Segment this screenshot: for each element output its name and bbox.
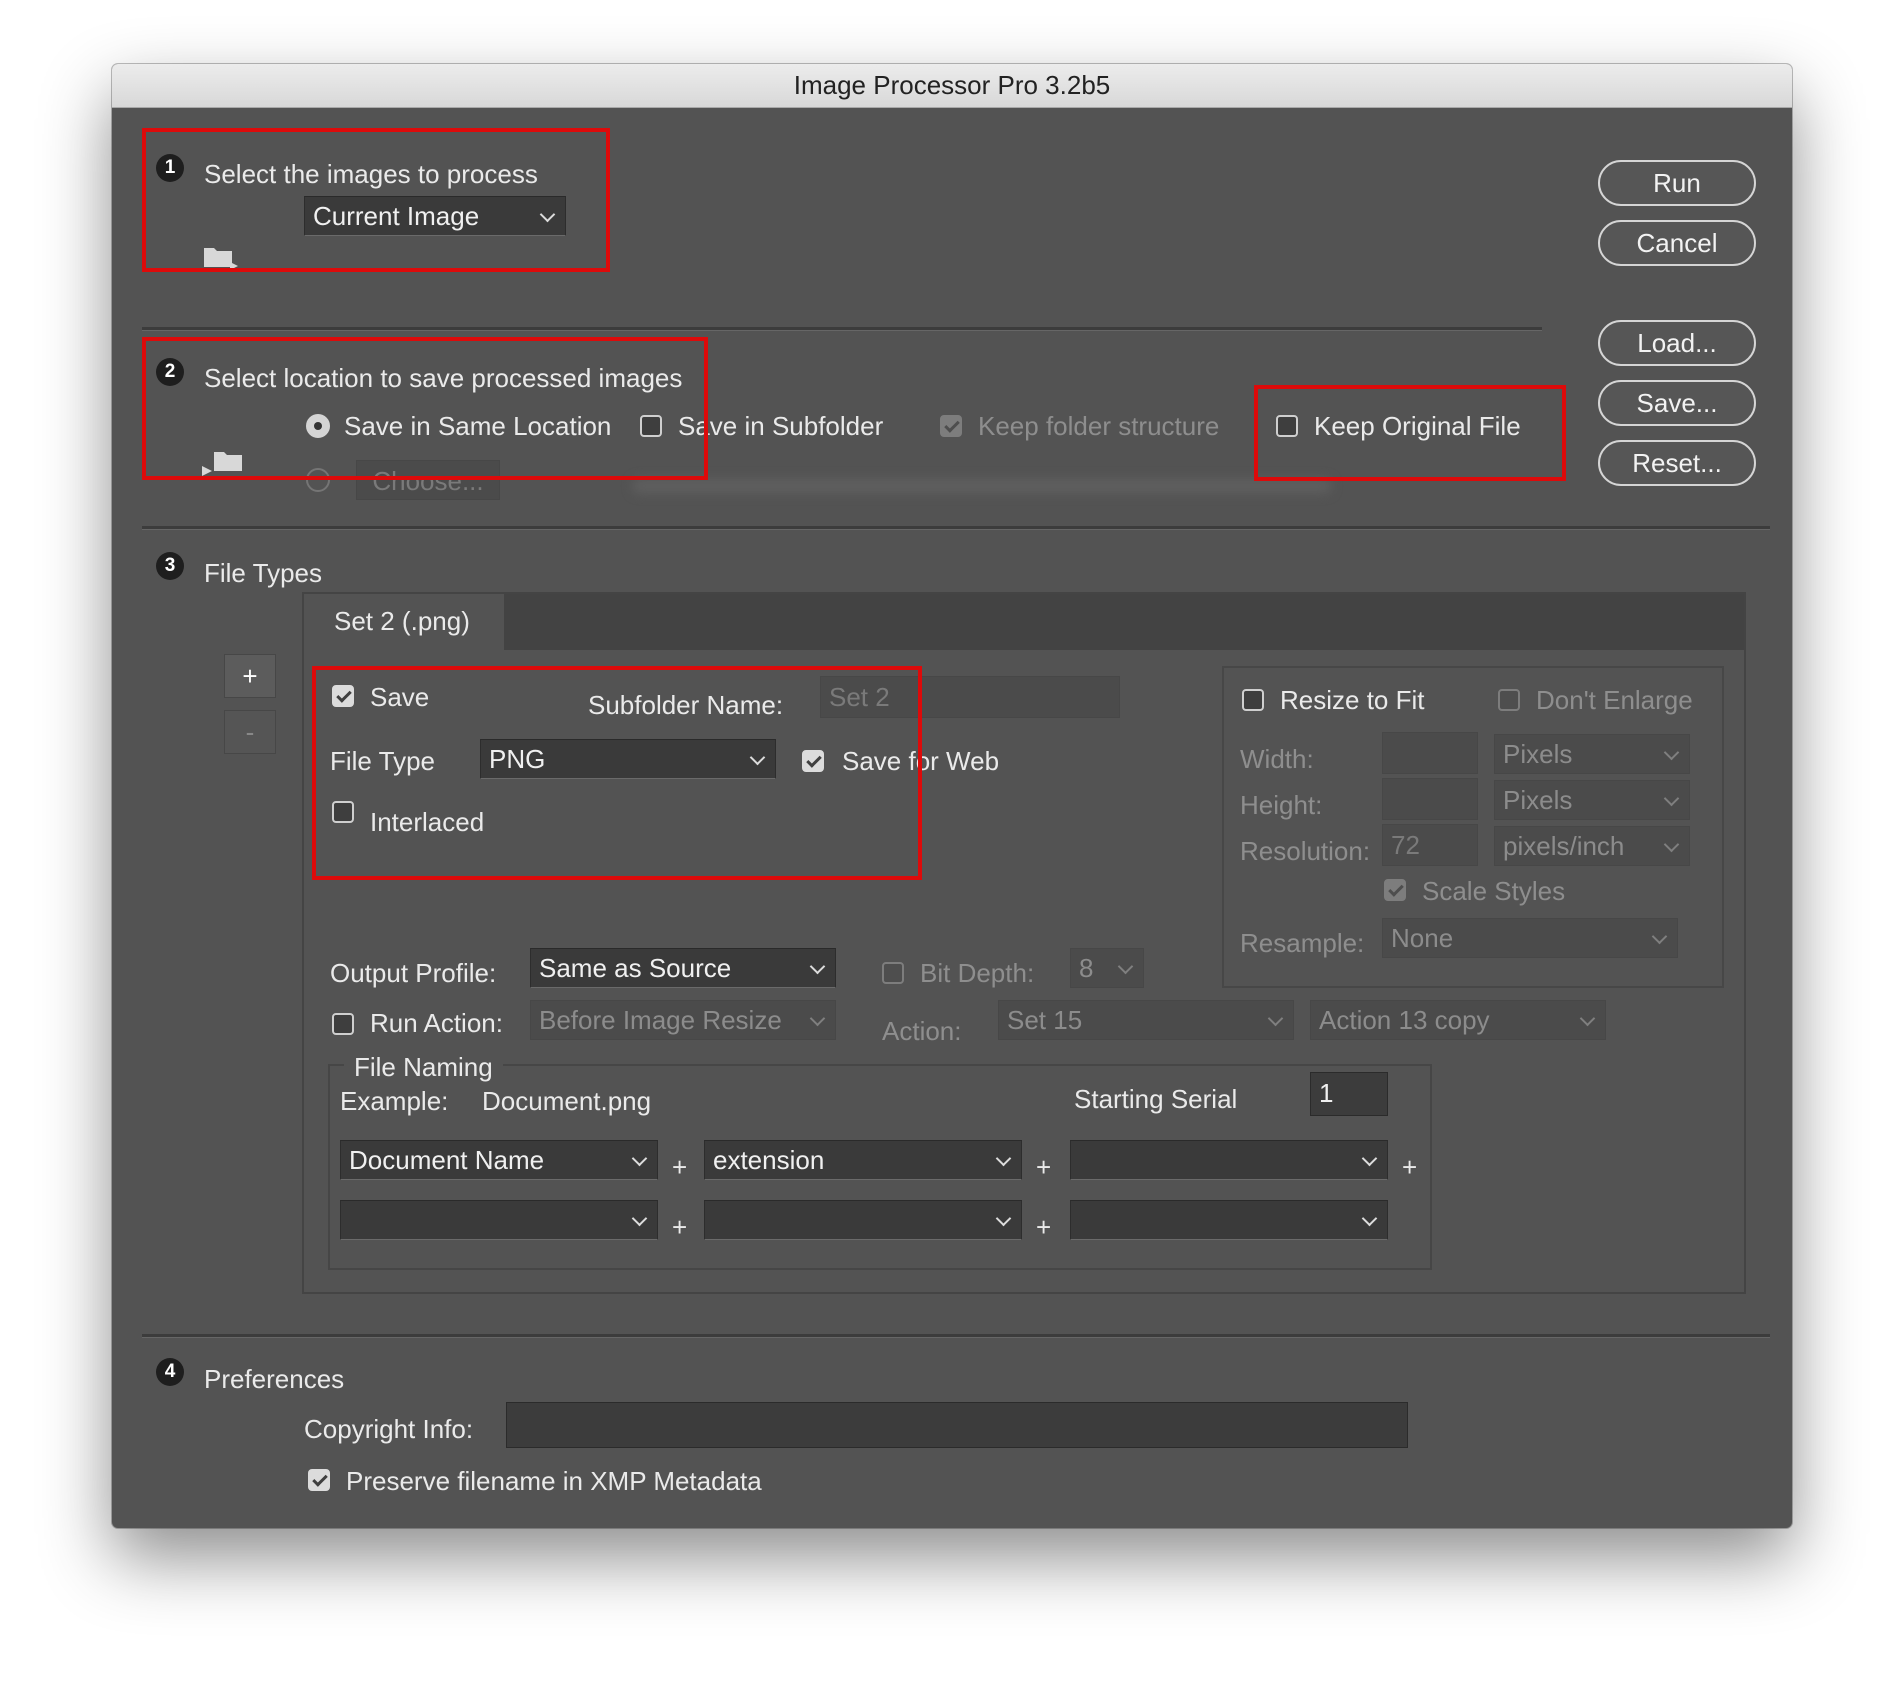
cancel-button[interactable]: Cancel [1598, 220, 1756, 266]
dont-enlarge-checkbox[interactable] [1498, 689, 1520, 711]
width-unit-select[interactable]: Pixels [1494, 734, 1690, 774]
chevron-down-icon [1267, 1010, 1284, 1027]
plus-separator: + [672, 1152, 688, 1182]
example-label: Example: [340, 1086, 449, 1116]
chevron-down-icon [809, 1010, 826, 1027]
section3-heading: File Types [204, 558, 323, 588]
resolution-unit-value: pixels/inch [1503, 831, 1625, 861]
preserve-filename-label: Preserve filename in XMP Metadata [346, 1466, 762, 1496]
bit-depth-checkbox[interactable] [882, 962, 904, 984]
naming-select-5[interactable] [704, 1200, 1022, 1240]
height-label: Height: [1240, 790, 1323, 820]
dont-enlarge-label: Don't Enlarge [1536, 685, 1693, 715]
width-label: Width: [1240, 744, 1314, 774]
plus-separator: + [1036, 1212, 1052, 1242]
save-settings-button[interactable]: Save... [1598, 380, 1756, 426]
scale-styles-label: Scale Styles [1422, 876, 1566, 906]
chevron-down-icon [1663, 790, 1680, 807]
height-input[interactable] [1382, 778, 1478, 820]
chevron-down-icon [1579, 1010, 1596, 1027]
chevron-down-icon [631, 1150, 648, 1167]
highlight-box-file-type [312, 666, 922, 880]
resample-select[interactable]: None [1382, 918, 1678, 958]
width-input[interactable] [1382, 732, 1478, 774]
window-title: Image Processor Pro 3.2b5 [112, 64, 1792, 108]
naming-select-3[interactable] [1070, 1140, 1388, 1180]
chevron-down-icon [809, 958, 826, 975]
run-action-label: Run Action: [370, 1008, 503, 1038]
file-naming-legend: File Naming [344, 1052, 503, 1083]
resize-to-fit-checkbox[interactable] [1242, 689, 1264, 711]
output-profile-value: Same as Source [539, 953, 732, 983]
starting-serial-label: Starting Serial [1074, 1084, 1238, 1114]
action-name-value: Action 13 copy [1319, 1005, 1490, 1035]
action-name-select[interactable]: Action 13 copy [1310, 1000, 1606, 1040]
dialog-window: Image Processor Pro 3.2b5 Run Cancel Loa… [112, 64, 1792, 1528]
resolution-input[interactable]: 72 [1382, 824, 1478, 866]
output-profile-select[interactable]: Same as Source [530, 948, 836, 988]
resolution-label: Resolution: [1240, 836, 1371, 866]
chevron-down-icon [995, 1150, 1012, 1167]
example-value: Document.png [482, 1086, 652, 1116]
remove-set-button[interactable]: - [224, 710, 276, 754]
bit-depth-label: Bit Depth: [920, 958, 1035, 988]
copyright-input[interactable] [506, 1402, 1408, 1448]
output-profile-label: Output Profile: [330, 958, 497, 988]
highlight-box-keep-original [1254, 385, 1566, 481]
starting-serial-input[interactable]: 1 [1310, 1072, 1388, 1116]
keep-folder-structure-checkbox[interactable] [940, 415, 962, 437]
naming-select-2[interactable]: extension [704, 1140, 1022, 1180]
chevron-down-icon [1361, 1210, 1378, 1227]
naming-select-6[interactable] [1070, 1200, 1388, 1240]
run-button[interactable]: Run [1598, 160, 1756, 206]
run-action-when-select[interactable]: Before Image Resize [530, 1000, 836, 1040]
chevron-down-icon [1117, 958, 1134, 975]
naming-select-2-value: extension [713, 1145, 825, 1175]
action-set-value: Set 15 [1007, 1005, 1083, 1035]
action-set-select[interactable]: Set 15 [998, 1000, 1294, 1040]
resize-to-fit-label: Resize to Fit [1280, 685, 1425, 715]
save-in-subfolder-label: Save in Subfolder [678, 411, 884, 441]
width-unit-value: Pixels [1503, 739, 1573, 769]
plus-separator: + [1036, 1152, 1052, 1182]
copyright-label: Copyright Info: [304, 1414, 474, 1444]
chevron-down-icon [1663, 836, 1680, 853]
chevron-down-icon [1663, 744, 1680, 761]
load-button[interactable]: Load... [1598, 320, 1756, 366]
keep-folder-structure-label: Keep folder structure [978, 411, 1220, 441]
preserve-filename-checkbox[interactable] [308, 1469, 330, 1491]
divider [142, 1334, 1770, 1338]
bit-depth-value: 8 [1079, 953, 1094, 983]
divider [142, 327, 1542, 331]
resample-value: None [1391, 923, 1454, 953]
chevron-down-icon [995, 1210, 1012, 1227]
plus-separator: + [1402, 1152, 1418, 1182]
add-set-button[interactable]: + [224, 654, 276, 698]
step-4-badge: 4 [156, 1358, 184, 1386]
highlight-box-section1 [142, 128, 610, 272]
chevron-down-icon [1651, 928, 1668, 945]
divider [142, 526, 1770, 530]
chevron-down-icon [631, 1210, 648, 1227]
naming-select-4[interactable] [340, 1200, 658, 1240]
chevron-down-icon [1361, 1150, 1378, 1167]
reset-button[interactable]: Reset... [1598, 440, 1756, 486]
step-3-badge: 3 [156, 552, 184, 580]
naming-select-1[interactable]: Document Name [340, 1140, 658, 1180]
action-label: Action: [882, 1016, 962, 1046]
resolution-unit-select[interactable]: pixels/inch [1494, 826, 1690, 866]
resample-label: Resample: [1240, 928, 1365, 958]
run-action-when-value: Before Image Resize [539, 1005, 782, 1035]
naming-select-1-value: Document Name [349, 1145, 545, 1175]
highlight-box-section2 [142, 337, 708, 480]
section4-heading: Preferences [204, 1364, 345, 1394]
run-action-checkbox[interactable] [332, 1013, 354, 1035]
scale-styles-checkbox[interactable] [1384, 879, 1406, 901]
height-unit-select[interactable]: Pixels [1494, 780, 1690, 820]
plus-separator: + [672, 1212, 688, 1242]
blurred-path [632, 478, 1332, 494]
height-unit-value: Pixels [1503, 785, 1573, 815]
bit-depth-select[interactable]: 8 [1070, 948, 1144, 988]
